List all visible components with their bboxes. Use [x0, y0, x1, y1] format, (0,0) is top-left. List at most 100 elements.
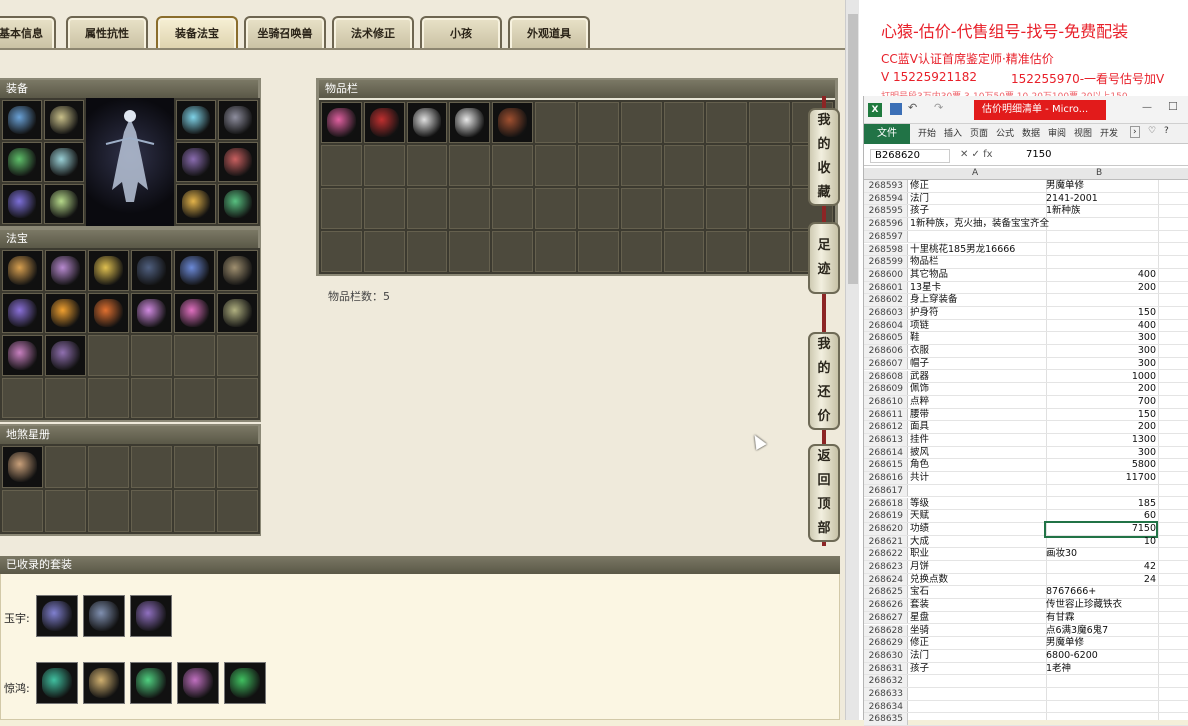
cell-a[interactable]: 披风 [910, 447, 1046, 460]
cell-b[interactable]: 60 [1046, 510, 1156, 523]
cell-b[interactable]: 11700 [1046, 472, 1156, 485]
scrollbar-thumb[interactable] [848, 14, 858, 284]
fabao-item[interactable] [88, 292, 129, 333]
row-number[interactable]: 268593 [864, 180, 908, 192]
cell-a[interactable]: 坐骑 [910, 625, 1046, 638]
row-number[interactable]: 268604 [864, 319, 908, 332]
redo-icon[interactable]: ↷ [934, 101, 943, 114]
undo-icon[interactable]: ↶ [908, 101, 917, 114]
maximize-icon[interactable]: ☐ [1168, 100, 1178, 113]
my-favorites-button[interactable]: 我的收藏 [808, 108, 840, 206]
cell-b[interactable]: 150 [1046, 307, 1156, 320]
cell-a[interactable]: 月饼 [910, 561, 1046, 574]
cell-a[interactable]: 身上穿装备 [910, 294, 1046, 307]
row-number[interactable]: 268607 [864, 357, 908, 370]
cell-a[interactable]: 套装 [910, 599, 1046, 612]
row-number[interactable]: 268603 [864, 307, 908, 319]
cell-a[interactable]: 等级 [910, 498, 1046, 511]
cell-b[interactable]: 42 [1046, 561, 1156, 574]
save-icon[interactable] [890, 103, 902, 115]
cell-a[interactable]: 孩子 [910, 663, 1046, 676]
cell-a[interactable]: 职业 [910, 548, 1046, 561]
cell-b[interactable]: 10 [1046, 536, 1156, 549]
row-number[interactable]: 268622 [864, 548, 908, 560]
name-box[interactable]: B268620 [870, 149, 950, 163]
row-number[interactable]: 268632 [864, 675, 908, 687]
set-item[interactable] [83, 662, 125, 704]
formula-input[interactable]: 7150 [1026, 149, 1051, 160]
cell-a[interactable]: 星盘 [910, 612, 1046, 625]
set-item[interactable] [224, 662, 266, 704]
row-number[interactable]: 268626 [864, 599, 908, 611]
ribbon-tab-view[interactable]: 视图 [1074, 126, 1092, 139]
cell-b[interactable]: 2141-2001 [1046, 193, 1156, 206]
cell-b[interactable]: 5800 [1046, 459, 1156, 472]
cell-b[interactable]: 1300 [1046, 434, 1156, 447]
ribbon-tab-home[interactable]: 开始 [918, 126, 936, 139]
footprints-button[interactable]: 足迹 [808, 222, 840, 294]
minimize-icon[interactable]: — [1142, 102, 1152, 113]
cell-a[interactable]: 角色 [910, 459, 1046, 472]
ribbon-tab-review[interactable]: 审阅 [1048, 126, 1066, 139]
tab-basic-info[interactable]: 基本信息 [0, 16, 56, 50]
xingce-item[interactable] [2, 446, 43, 488]
inventory-item[interactable] [406, 102, 448, 143]
equipment-item[interactable] [218, 100, 258, 140]
cell-b[interactable]: 185 [1046, 498, 1156, 511]
row-number[interactable]: 268608 [864, 370, 908, 383]
col-header-a[interactable]: A [972, 168, 978, 178]
cell-b[interactable]: 300 [1046, 345, 1156, 358]
fabao-item[interactable] [131, 292, 172, 333]
page-scrollbar[interactable] [845, 0, 859, 720]
row-number[interactable]: 268605 [864, 332, 908, 345]
cell-b[interactable]: 8767666+ [1046, 586, 1156, 599]
set-item[interactable] [130, 662, 172, 704]
cell-a[interactable]: 修正 [910, 637, 1046, 650]
fabao-item[interactable] [2, 335, 43, 376]
cell-b[interactable]: 700 [1046, 396, 1156, 409]
equipment-item[interactable] [2, 100, 42, 140]
row-number[interactable]: 268621 [864, 535, 908, 548]
cell-b[interactable]: 200 [1046, 421, 1156, 434]
cell-b[interactable]: 400 [1046, 269, 1156, 282]
cell-a[interactable]: 面具 [910, 421, 1046, 434]
row-number[interactable]: 268624 [864, 573, 908, 586]
cell-a[interactable]: 护身符 [910, 307, 1046, 320]
row-number[interactable]: 268629 [864, 637, 908, 649]
row-number[interactable]: 268631 [864, 662, 908, 675]
cell-a[interactable]: 十里桃花185男龙16666 [910, 244, 1046, 257]
cell-b[interactable]: 150 [1046, 409, 1156, 422]
tab-spell-correction[interactable]: 法术修正 [332, 16, 414, 50]
fabao-item[interactable] [2, 292, 43, 333]
row-number[interactable]: 268599 [864, 256, 908, 268]
fabao-item[interactable] [131, 250, 172, 291]
cell-b[interactable]: 6800-6200 [1046, 650, 1156, 663]
ribbon-tab-formulas[interactable]: 公式 [996, 126, 1014, 139]
cell-b[interactable]: 1新种族 [1046, 205, 1156, 218]
set-item[interactable] [83, 595, 125, 637]
fabao-item[interactable] [217, 292, 258, 333]
inventory-item[interactable] [449, 102, 491, 143]
ribbon-tab-data[interactable]: 数据 [1022, 126, 1040, 139]
ribbon-tab-developer[interactable]: 开发 [1100, 126, 1118, 139]
ribbon-tab-page[interactable]: 页面 [970, 126, 988, 139]
row-number[interactable]: 268630 [864, 649, 908, 662]
tab-equipment[interactable]: 装备法宝 [156, 16, 238, 50]
cell-a[interactable]: 佩饰 [910, 383, 1046, 396]
cell-b[interactable]: 200 [1046, 282, 1156, 295]
cell-a[interactable]: 项链 [910, 320, 1046, 333]
cell-b[interactable]: 24 [1046, 574, 1156, 587]
equipment-item[interactable] [218, 142, 258, 182]
row-number[interactable]: 268623 [864, 561, 908, 573]
row-number[interactable]: 268613 [864, 434, 908, 446]
row-number[interactable]: 268610 [864, 395, 908, 408]
equipment-item[interactable] [2, 142, 42, 182]
equipment-item[interactable] [44, 184, 84, 224]
row-number[interactable]: 268633 [864, 688, 908, 700]
cell-a[interactable]: 功绩 [910, 523, 1046, 536]
cell-b[interactable]: 传世容止珍藏铁衣 [1046, 599, 1156, 612]
cell-b[interactable]: 1老神 [1046, 663, 1156, 676]
row-number[interactable]: 268634 [864, 700, 908, 713]
cell-b[interactable]: 300 [1046, 332, 1156, 345]
row-number[interactable]: 268616 [864, 472, 908, 484]
